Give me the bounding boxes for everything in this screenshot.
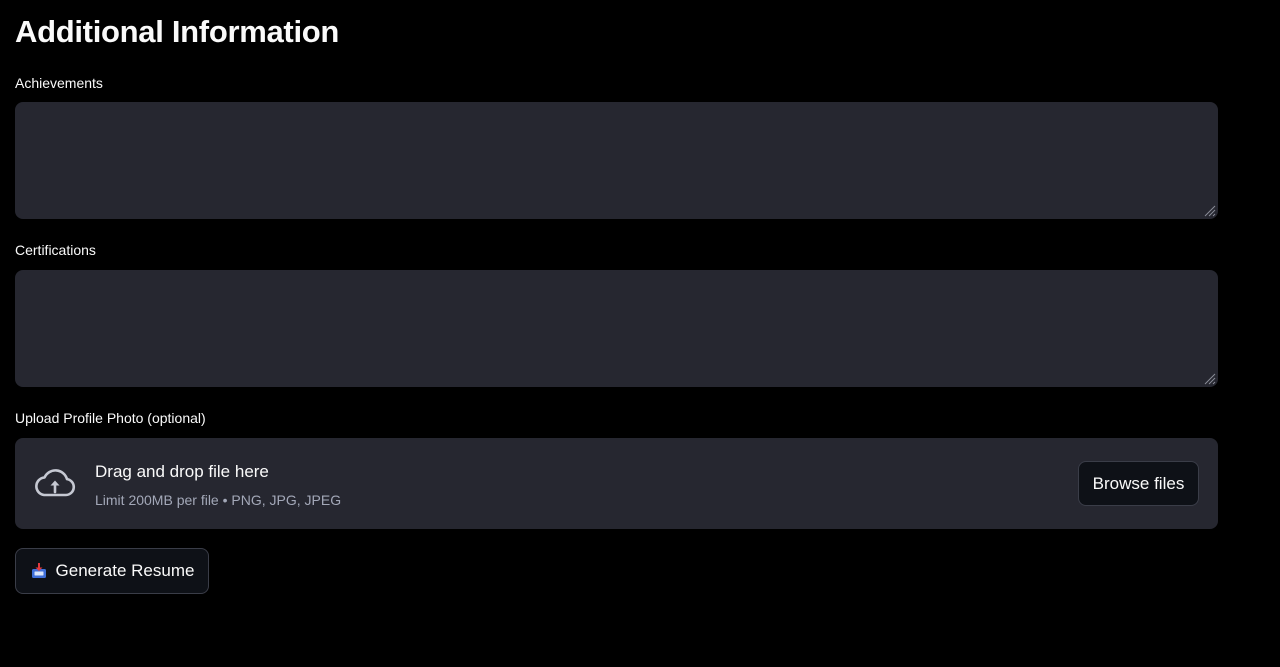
file-dropzone[interactable]: Drag and drop file here Limit 200MB per … <box>15 438 1218 529</box>
achievements-label: Achievements <box>15 75 103 91</box>
cloud-upload-icon <box>35 469 76 497</box>
resize-grip-icon[interactable] <box>1202 203 1216 217</box>
upload-label: Upload Profile Photo (optional) <box>15 410 206 426</box>
page-title: Additional Information <box>15 14 340 49</box>
achievements-field-wrapper <box>15 102 1218 219</box>
inbox-tray-icon <box>31 563 46 578</box>
achievements-textarea[interactable] <box>15 102 1218 219</box>
dropzone-instructions: Drag and drop file here <box>95 462 269 481</box>
dropzone-file-limits: Limit 200MB per file • PNG, JPG, JPEG <box>95 492 342 508</box>
resize-grip-icon[interactable] <box>1202 371 1216 385</box>
certifications-field-wrapper <box>15 270 1218 387</box>
generate-resume-button[interactable]: Generate Resume <box>15 548 209 594</box>
browse-files-button[interactable]: Browse files <box>1078 461 1199 506</box>
certifications-label: Certifications <box>15 242 96 258</box>
generate-resume-label: Generate Resume <box>55 561 195 580</box>
certifications-textarea[interactable] <box>15 270 1218 387</box>
